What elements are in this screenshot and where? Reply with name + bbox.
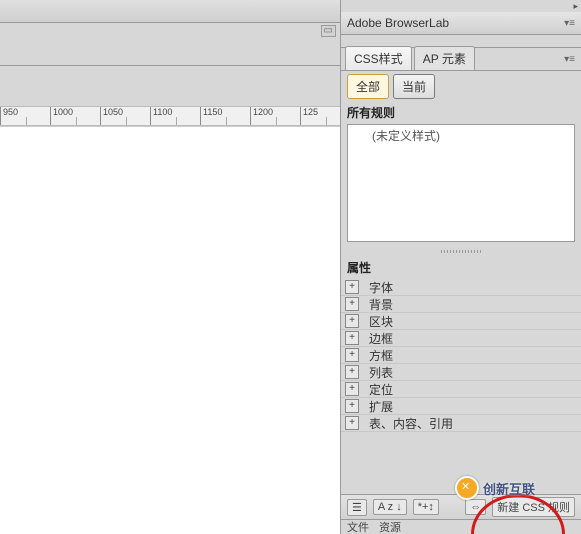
panel-minimize-icon[interactable]: ▭ <box>321 25 336 37</box>
prop-category-table[interactable]: +表、内容、引用 <box>341 415 581 432</box>
properties-list: +字体 +背景 +区块 +边框 +方框 +列表 +定位 +扩展 +表、内容、引用 <box>341 279 581 432</box>
workspace-gap <box>0 66 340 106</box>
ruler-tick: 1000 <box>50 107 103 125</box>
filter-current-button[interactable]: 当前 <box>393 74 435 99</box>
expand-icon[interactable]: + <box>345 348 359 362</box>
ruler-tick: 125 <box>300 107 340 125</box>
all-rules-header: 所有规则 <box>341 101 581 124</box>
panel-collapse-strip[interactable]: ▸ <box>341 0 581 12</box>
expand-icon[interactable]: + <box>345 297 359 311</box>
rules-list[interactable]: (未定义样式) <box>347 124 575 242</box>
tab-ap-elements[interactable]: AP 元素 <box>414 46 475 70</box>
prop-category-font[interactable]: +字体 <box>341 279 581 296</box>
browserlab-title: Adobe BrowserLab <box>347 16 449 30</box>
css-filter-row: 全部 当前 <box>341 71 581 101</box>
prop-category-position[interactable]: +定位 <box>341 381 581 398</box>
prop-category-box[interactable]: +方框 <box>341 347 581 364</box>
expand-icon[interactable]: + <box>345 365 359 379</box>
expand-icon[interactable]: + <box>345 314 359 328</box>
css-panel-tabs: CSS样式 AP 元素 ▾≡ <box>341 48 581 71</box>
tab-files[interactable]: 文件 <box>347 519 369 534</box>
ruler-tick: 1200 <box>250 107 303 125</box>
panel-splitter[interactable] <box>341 246 581 256</box>
prop-category-border[interactable]: +边框 <box>341 330 581 347</box>
tab-css-styles[interactable]: CSS样式 <box>345 46 412 70</box>
prop-category-block[interactable]: +区块 <box>341 313 581 330</box>
attach-stylesheet-icon[interactable]: ⇔ <box>465 499 486 515</box>
panel-menu-icon[interactable]: ▾≡ <box>564 54 575 65</box>
expand-icon[interactable]: + <box>345 280 359 294</box>
ruler-tick: 1050 <box>100 107 153 125</box>
expand-icon[interactable]: + <box>345 416 359 430</box>
tab-assets[interactable]: 资源 <box>379 519 401 534</box>
horizontal-ruler: 950 1000 1050 1100 1150 1200 125 <box>0 106 340 126</box>
category-view-icon[interactable]: ☰ <box>347 499 367 516</box>
design-canvas[interactable] <box>0 126 340 534</box>
ruler-tick: 1150 <box>200 107 253 125</box>
files-panel-tabs: 文件 资源 <box>341 519 581 534</box>
doc-tab-bar <box>0 0 340 23</box>
css-panel-footer: ☰ A z ↓ *+↕ ⇔ 新建 CSS 规则 <box>341 494 581 519</box>
properties-header: 属性 <box>341 256 581 279</box>
filter-all-button[interactable]: 全部 <box>347 74 389 99</box>
ruler-tick: 1100 <box>150 107 203 125</box>
expand-icon[interactable]: + <box>345 331 359 345</box>
collapse-icon[interactable]: ▸ <box>573 1 578 12</box>
browserlab-panel-header[interactable]: Adobe BrowserLab ▾≡ <box>341 12 581 35</box>
panel-menu-icon[interactable]: ▾≡ <box>564 18 575 29</box>
sort-az-icon[interactable]: A z ↓ <box>373 499 407 515</box>
prop-category-list[interactable]: +列表 <box>341 364 581 381</box>
doc-toolbar: ▭ <box>0 23 340 66</box>
prop-category-extensions[interactable]: +扩展 <box>341 398 581 415</box>
expand-icon[interactable]: + <box>345 382 359 396</box>
show-set-icon[interactable]: *+↕ <box>413 499 439 515</box>
ruler-tick: 950 <box>0 107 53 125</box>
rule-item-none[interactable]: (未定义样式) <box>348 125 574 146</box>
new-css-rule-button[interactable]: 新建 CSS 规则 <box>492 497 575 517</box>
properties-empty <box>341 432 581 494</box>
prop-category-background[interactable]: +背景 <box>341 296 581 313</box>
expand-icon[interactable]: + <box>345 399 359 413</box>
